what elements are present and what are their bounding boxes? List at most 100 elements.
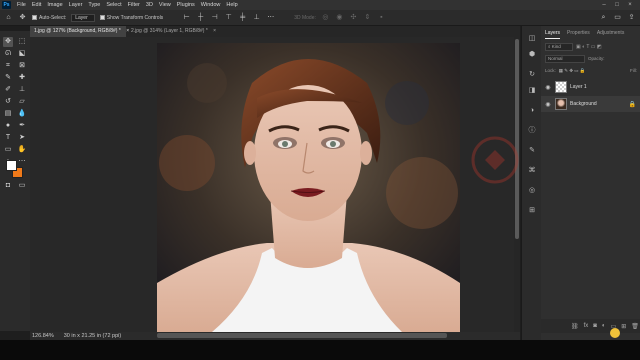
eyedropper-icon[interactable]: ✎ bbox=[3, 73, 13, 83]
vertical-scrollbar[interactable] bbox=[514, 37, 520, 332]
menu-layer[interactable]: Layer bbox=[66, 2, 86, 8]
more-tools-icon[interactable]: ⋯ bbox=[17, 157, 27, 167]
rectangle-icon[interactable]: ▭ bbox=[3, 145, 13, 155]
healing-brush-icon[interactable]: ✚ bbox=[17, 73, 27, 83]
align-right-icon[interactable]: ⊣ bbox=[210, 13, 219, 22]
tab-document-2[interactable]: 2.jpg @ 314% (Layer 1, RGB/8#) * × bbox=[127, 26, 225, 37]
blend-mode-select[interactable]: Normal bbox=[545, 54, 585, 63]
menu-window[interactable]: Window bbox=[198, 2, 224, 8]
document-canvas[interactable] bbox=[157, 43, 460, 332]
type-icon[interactable]: T bbox=[3, 133, 13, 143]
share-icon[interactable]: ⇪ bbox=[627, 13, 636, 22]
3d-scale-icon[interactable]: ▪ bbox=[377, 13, 386, 22]
hand-icon[interactable]: ✋ bbox=[17, 145, 27, 155]
filter-kind-select[interactable]: ⌕ Kind bbox=[545, 42, 573, 51]
menu-view[interactable]: View bbox=[156, 2, 174, 8]
maximize-icon[interactable]: □ bbox=[613, 1, 621, 9]
3d-roll-icon[interactable]: ◉ bbox=[335, 13, 344, 22]
layers-panel-footer: ⛓ fx ◙ ◐ ▭ ⊞ 🗑 bbox=[541, 319, 640, 333]
libraries-icon[interactable]: ⬢ bbox=[527, 50, 537, 60]
zoom-level[interactable]: 126.84% bbox=[32, 333, 54, 339]
menu-file[interactable]: File bbox=[14, 2, 29, 8]
move-tool-preset-icon[interactable]: ✥ bbox=[18, 13, 27, 22]
layer-row-background[interactable]: ◉ Background 🔒 bbox=[541, 96, 640, 112]
transform-controls-checkbox[interactable]: Show Transform Controls bbox=[99, 15, 163, 21]
3d-pan-icon[interactable]: ✣ bbox=[349, 13, 358, 22]
clone-stamp-icon[interactable]: ⊥ bbox=[17, 85, 27, 95]
lasso-icon[interactable]: ᘏ bbox=[3, 49, 13, 59]
link-icon[interactable]: ⛓ bbox=[571, 323, 579, 330]
menu-plugins[interactable]: Plugins bbox=[174, 2, 198, 8]
eye-icon[interactable]: ◉ bbox=[544, 84, 552, 91]
menu-edit[interactable]: Edit bbox=[29, 2, 44, 8]
blur-icon[interactable]: 💧 bbox=[17, 109, 27, 119]
foreground-color-swatch[interactable] bbox=[6, 160, 17, 171]
screen-mode-icon[interactable]: ▭ bbox=[17, 181, 27, 191]
3d-slide-icon[interactable]: ⇕ bbox=[363, 13, 372, 22]
opacity-label: Opacity: bbox=[588, 56, 605, 61]
history-brush-icon[interactable]: ↺ bbox=[3, 97, 13, 107]
object-select-icon[interactable]: ⬕ bbox=[17, 49, 27, 59]
paths-icon[interactable]: ⌘ bbox=[527, 166, 537, 176]
auto-select-checkbox[interactable]: Auto-Select: bbox=[32, 15, 66, 21]
adjustments-icon[interactable]: ◑ bbox=[527, 106, 537, 116]
tab-adjustments[interactable]: Adjustments bbox=[597, 28, 625, 39]
menu-help[interactable]: Help bbox=[223, 2, 240, 8]
align-top-icon[interactable]: ⊤ bbox=[224, 13, 233, 22]
close-window-icon[interactable]: × bbox=[626, 1, 634, 9]
menu-image[interactable]: Image bbox=[44, 2, 65, 8]
scrollbar-thumb[interactable] bbox=[515, 39, 519, 239]
menu-filter[interactable]: Filter bbox=[125, 2, 143, 8]
align-middle-icon[interactable]: ╪ bbox=[238, 13, 247, 22]
eye-icon[interactable]: ◉ bbox=[544, 101, 552, 108]
mask-icon[interactable]: ◙ bbox=[593, 323, 597, 329]
gradient-icon[interactable]: ▤ bbox=[3, 109, 13, 119]
workspace-icon[interactable]: ▭ bbox=[613, 13, 622, 22]
3d-panel-icon[interactable]: ◫ bbox=[527, 34, 537, 44]
layer-row-layer-1[interactable]: ◉ Layer 1 bbox=[541, 79, 640, 95]
adjustment-layer-icon[interactable]: ◐ bbox=[602, 323, 606, 329]
info-icon[interactable]: ⓘ bbox=[527, 126, 537, 136]
taskbar-area bbox=[0, 340, 640, 360]
quick-mask-icon[interactable]: ◘ bbox=[3, 181, 13, 191]
properties-icon[interactable]: ◨ bbox=[527, 86, 537, 96]
lock-icons[interactable]: ▦ ✎ ✥ ▭ 🔒 bbox=[559, 68, 586, 74]
tab-properties[interactable]: Properties bbox=[567, 28, 590, 39]
align-center-icon[interactable]: ┼ bbox=[196, 13, 205, 22]
menu-3d[interactable]: 3D bbox=[143, 2, 156, 8]
align-left-icon[interactable]: ⊢ bbox=[182, 13, 191, 22]
minimize-icon[interactable]: – bbox=[600, 1, 608, 9]
dodge-icon[interactable]: ● bbox=[3, 121, 13, 131]
move-icon[interactable]: ✥ bbox=[3, 37, 13, 47]
channels-icon[interactable]: ◎ bbox=[527, 186, 537, 196]
close-icon[interactable]: × bbox=[213, 28, 216, 34]
menu-select[interactable]: Select bbox=[103, 2, 124, 8]
marquee-icon[interactable]: ⬚ bbox=[17, 37, 27, 47]
canvas-workspace[interactable] bbox=[30, 37, 520, 332]
tab-document-1[interactable]: 1.jpg @ 127% (Background, RGB/8#) * × bbox=[30, 26, 129, 37]
layer-name[interactable]: Background bbox=[570, 101, 597, 107]
fx-icon[interactable]: fx bbox=[584, 323, 589, 329]
3d-orbit-icon[interactable]: ◎ bbox=[321, 13, 330, 22]
crop-icon[interactable]: ⌗ bbox=[3, 61, 13, 71]
horizontal-scrollbar[interactable] bbox=[157, 333, 447, 338]
more-options-icon[interactable]: ⋯ bbox=[266, 13, 275, 22]
search-icon[interactable]: ⌕ bbox=[599, 13, 608, 22]
align-bottom-icon[interactable]: ⊥ bbox=[252, 13, 261, 22]
styles-icon[interactable]: ⊞ bbox=[527, 206, 537, 216]
new-layer-icon[interactable]: ⊞ bbox=[621, 323, 626, 330]
eraser-icon[interactable]: ▱ bbox=[17, 97, 27, 107]
pen-icon[interactable]: ✒ bbox=[17, 121, 27, 131]
home-icon[interactable]: ⌂ bbox=[4, 13, 13, 22]
menu-type[interactable]: Type bbox=[85, 2, 103, 8]
brushes-icon[interactable]: ✎ bbox=[527, 146, 537, 156]
layer-name[interactable]: Layer 1 bbox=[570, 84, 587, 90]
trash-icon[interactable]: 🗑 bbox=[631, 323, 639, 330]
path-select-icon[interactable]: ➤ bbox=[17, 133, 27, 143]
history-icon[interactable]: ↻ bbox=[527, 70, 537, 80]
frame-icon[interactable]: ⊠ bbox=[17, 61, 27, 71]
auto-select-dropdown[interactable]: Layer bbox=[71, 13, 95, 22]
tab-layers[interactable]: Layers bbox=[545, 28, 561, 39]
filter-icons[interactable]: ▣ ◐ T ▭ ◩ bbox=[576, 44, 602, 50]
brush-icon[interactable]: ✐ bbox=[3, 85, 13, 95]
